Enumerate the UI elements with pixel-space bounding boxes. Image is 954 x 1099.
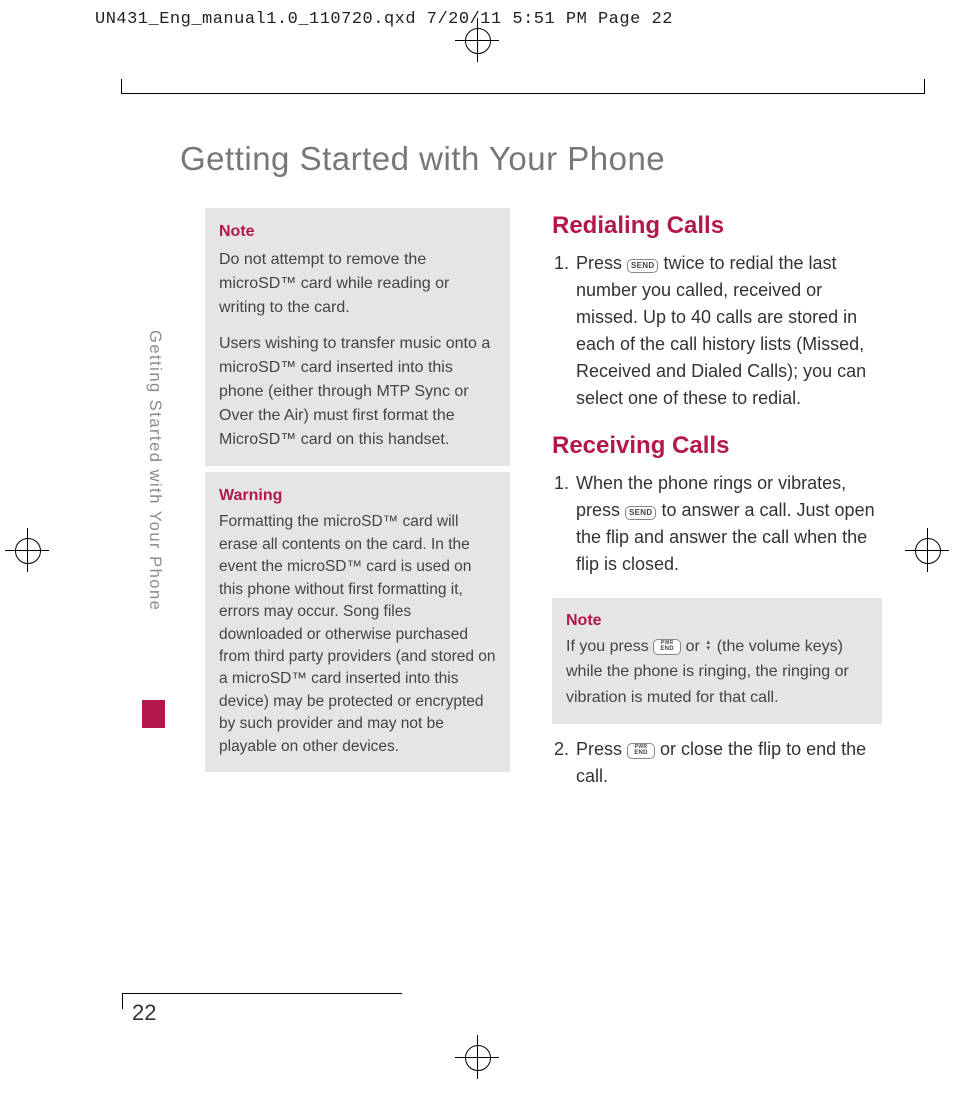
section-heading-receiving: Receiving Calls xyxy=(552,432,882,460)
note-label: Note xyxy=(566,612,602,629)
note-text: Do not attempt to remove the microSD™ ca… xyxy=(219,248,496,320)
registration-mark-icon xyxy=(455,1035,499,1079)
note-text: Users wishing to transfer music onto a m… xyxy=(219,332,496,452)
side-running-head: Getting Started with Your Phone xyxy=(145,330,164,680)
print-header: UN431_Eng_manual1.0_110720.qxd 7/20/11 5… xyxy=(95,10,673,29)
side-accent xyxy=(142,700,165,728)
end-key-icon: PWREND xyxy=(627,743,655,759)
send-key-icon: SEND xyxy=(627,259,658,273)
left-column: Note Do not attempt to remove the microS… xyxy=(205,208,510,810)
list-item: Press SEND twice to redial the last numb… xyxy=(574,250,882,412)
section-heading-redialing: Redialing Calls xyxy=(552,212,882,240)
note-box: Note If you press PWREND or ▴▾ (the volu… xyxy=(552,598,882,724)
page-number: 22 xyxy=(132,1000,156,1026)
note-label: Note xyxy=(219,220,496,244)
receiving-steps-cont: Press PWREND or close the flip to end th… xyxy=(552,736,882,790)
redialing-steps: Press SEND twice to redial the last numb… xyxy=(552,250,882,412)
warning-text: Formatting the microSD™ card will erase … xyxy=(219,511,496,758)
page-title: Getting Started with Your Phone xyxy=(180,140,920,178)
receiving-steps: When the phone rings or vibrates, press … xyxy=(552,470,882,578)
registration-mark-icon xyxy=(5,528,49,572)
warning-label: Warning xyxy=(219,484,496,507)
send-key-icon: SEND xyxy=(625,506,656,520)
end-key-icon: PWREND xyxy=(653,639,681,655)
volume-keys-icon: ▴▾ xyxy=(704,640,712,652)
warning-box: Warning Formatting the microSD™ card wil… xyxy=(205,472,510,772)
crop-mark-top xyxy=(122,93,924,94)
right-column: Redialing Calls Press SEND twice to redi… xyxy=(552,208,882,810)
crop-mark-bottom xyxy=(122,993,402,994)
list-item: When the phone rings or vibrates, press … xyxy=(574,470,882,578)
list-item: Press PWREND or close the flip to end th… xyxy=(574,736,882,790)
note-box: Note Do not attempt to remove the microS… xyxy=(205,208,510,466)
page-body: Getting Started with Your Phone Getting … xyxy=(130,100,920,810)
